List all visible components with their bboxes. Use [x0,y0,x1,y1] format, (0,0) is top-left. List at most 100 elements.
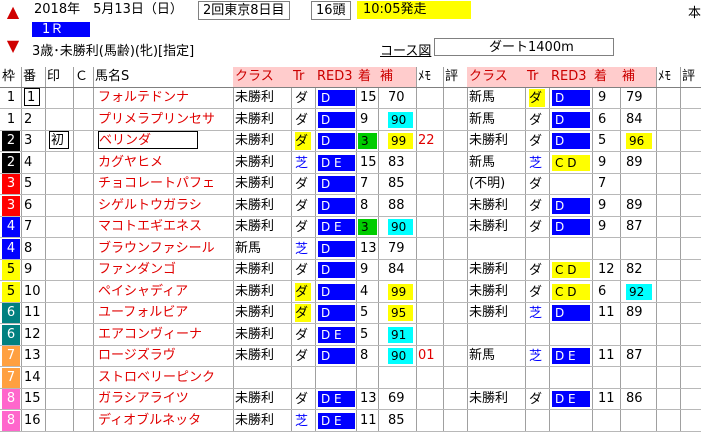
horse-row[interactable]: 4 7 マコトエギエネス 未勝利ダ D E 3 90 未勝利ダ D 9 87 [0,217,701,238]
horse-name[interactable]: プリメラプリンセサ [98,110,233,130]
column-header[interactable]: 印 [45,67,73,87]
horse-name[interactable]: ストロベリーピンク [98,368,233,388]
mark-cell[interactable] [45,174,73,194]
column-header[interactable]: ﾒﾓ [416,67,443,87]
column-header[interactable]: クラス [233,67,291,87]
mark-cell[interactable] [45,110,73,130]
horse-name[interactable]: ディオブルネッタ [98,411,233,431]
column-header[interactable]: ﾒﾓ [656,67,680,87]
column-header[interactable]: 評 [680,67,701,87]
column-header[interactable]: 着 [592,67,620,87]
column-header[interactable]: Tr [525,67,549,87]
column-header[interactable]: 枠 [0,67,21,87]
horse-row[interactable]: 3 6 シゲルトウガラシ 未勝利ダ D 8 88 未勝利ダ D 9 89 [0,195,701,217]
mark-cell[interactable] [45,88,73,108]
mark-cell[interactable] [45,325,73,345]
hosei-value: 83 [388,154,405,170]
horse-name[interactable]: マコトエギエネス [98,217,233,237]
finish-position: 8 [360,348,369,363]
track-type: ダ [295,327,309,343]
prev-hosei-value: 79 [626,90,643,105]
horse-row[interactable]: 6 12 エアコンヴィーナ 未勝利 ダ D E 5 91 [0,324,701,346]
horse-row[interactable]: 8 15 ガラシアライツ 未勝利ダ D E 13 69 未勝利ダ D E 11 86 [0,389,701,410]
mark-cell[interactable] [45,260,73,280]
mark-cell[interactable] [45,282,73,302]
column-header[interactable]: 補 [620,67,656,87]
waku-number: 7 [2,367,20,388]
horse-row[interactable]: 2 4 カグヤヒメ 未勝利 芝 D E 15 83 新馬 芝 C D 9 89 [0,152,701,174]
up-arrow-icon[interactable]: ▲ [6,2,20,22]
track-type: ダ [295,263,309,278]
column-header[interactable]: 評 [443,67,467,87]
column-header[interactable]: RED3 [549,67,592,87]
mark-cell[interactable] [45,389,73,409]
hosei-value: 88 [388,197,405,213]
column-header[interactable]: クラス [467,67,525,87]
table-header: 枠番印 Ｃ 馬名S クラス Tr RED3 着補ﾒﾓ評クラス Tr RED3 着補ﾒﾓ評 [0,67,701,88]
column-header[interactable]: Ｃ [73,67,93,87]
horse-name[interactable]: ファンダンゴ [98,260,233,280]
column-header[interactable]: 番 [21,67,45,87]
down-arrow-icon[interactable]: ▼ [6,36,20,56]
horse-name[interactable]: カグヤヒメ [98,153,233,173]
waku-number: 2 [2,131,20,151]
prev-red3-rating: D [552,305,590,321]
horse-name[interactable]: ベリンダ [98,131,198,149]
mark-badge[interactable]: 初 [49,131,69,149]
red3-rating: D [318,90,355,106]
prev-race-class: 未勝利 [469,391,509,406]
horse-name[interactable]: ガラシアライツ [98,389,233,409]
horse-row[interactable]: 8 16 ディオブルネッタ 未勝利 芝 D E 11 85 [0,410,701,432]
horse-name[interactable]: フォルテドンナ [98,88,233,108]
horse-name[interactable]: ペイシャディア [98,282,233,302]
mark-cell[interactable] [45,153,73,173]
hosei-value: 79 [388,240,405,256]
waku-number: 1 [2,109,20,130]
horse-name[interactable]: ユーフォルビア [98,303,233,323]
horse-row[interactable]: 3 5 チョコレートパフェ 未勝利ダ D 7 85 (不明) ダ 7 [0,174,701,195]
red3-rating: D E [318,154,355,171]
mark-cell[interactable] [45,239,73,259]
prev-red3-rating: D [552,133,590,149]
red3-rating: D E [318,412,355,429]
mark-cell[interactable] [45,217,73,237]
race-number[interactable]: 1Ｒ [32,22,90,37]
horse-row[interactable]: 5 9 ファンダンゴ 未勝利ダ D 9 84 未勝利ダ C D 12 82 [0,260,701,281]
prev-finish-position: 11 [598,348,615,363]
red3-rating: D [318,262,355,278]
prev-race-class: 未勝利 [469,305,509,320]
horse-row[interactable]: 7 14 ストロベリーピンク [0,367,701,389]
mark-cell[interactable] [45,368,73,388]
horse-row[interactable]: 1 1 フォルテドンナ 未勝利ダ D 15 70 新馬ダ D 9 79 [0,88,701,109]
column-header[interactable]: Tr [291,67,315,87]
horse-row[interactable]: 4 8 ブラウンファシール 新馬 芝 D 13 79 [0,238,701,260]
column-header[interactable]: RED3 [315,67,356,87]
race-class: 未勝利 [235,154,275,170]
horse-name[interactable]: チョコレートパフェ [98,174,233,194]
prev-hosei-value: 82 [626,262,643,277]
prev-race-class [469,325,525,345]
red3-rating: D [318,197,355,214]
horse-name[interactable]: エアコンヴィーナ [98,325,233,345]
mark-cell[interactable] [45,411,73,431]
horse-row[interactable]: 1 2 プリメラプリンセサ 未勝利ダ D 9 90 新馬ダ D 6 84 [0,109,701,131]
horse-name[interactable]: ロージズラヴ [98,346,233,366]
horse-name[interactable]: シゲルトウガラシ [98,196,233,216]
c-cell [73,196,93,216]
column-header[interactable]: 馬名S [93,67,233,87]
prev-finish-position: 12 [598,262,615,277]
column-header[interactable]: 補 [378,67,416,87]
horse-name[interactable]: ブラウンファシール [98,239,233,259]
column-header[interactable]: 着 [356,67,378,87]
mark-cell[interactable] [45,303,73,323]
horse-row[interactable]: 6 11 ユーフォルビア 未勝利ダ D 5 95 未勝利芝 D 11 89 [0,303,701,324]
course-map-link[interactable]: コース図 [380,40,431,59]
horse-row[interactable]: 5 10 ペイシャディア 未勝利ダ D 4 99 未勝利ダ C D 6 92 [0,281,701,303]
horse-row[interactable]: 7 13 ロージズラヴ 未勝利 ダ D 8 90 01 新馬 芝 D E 11 87 [0,346,701,367]
c-cell [73,217,93,237]
prev-track-type: ダ [529,134,543,149]
mark-cell[interactable] [45,196,73,216]
prev-track-type: ダ [529,220,543,235]
horse-row[interactable]: 2 3 初ベリンダ 未勝利ダ D 3 99 22 未勝利ダ D 5 96 [0,131,701,152]
mark-cell[interactable] [45,346,73,366]
